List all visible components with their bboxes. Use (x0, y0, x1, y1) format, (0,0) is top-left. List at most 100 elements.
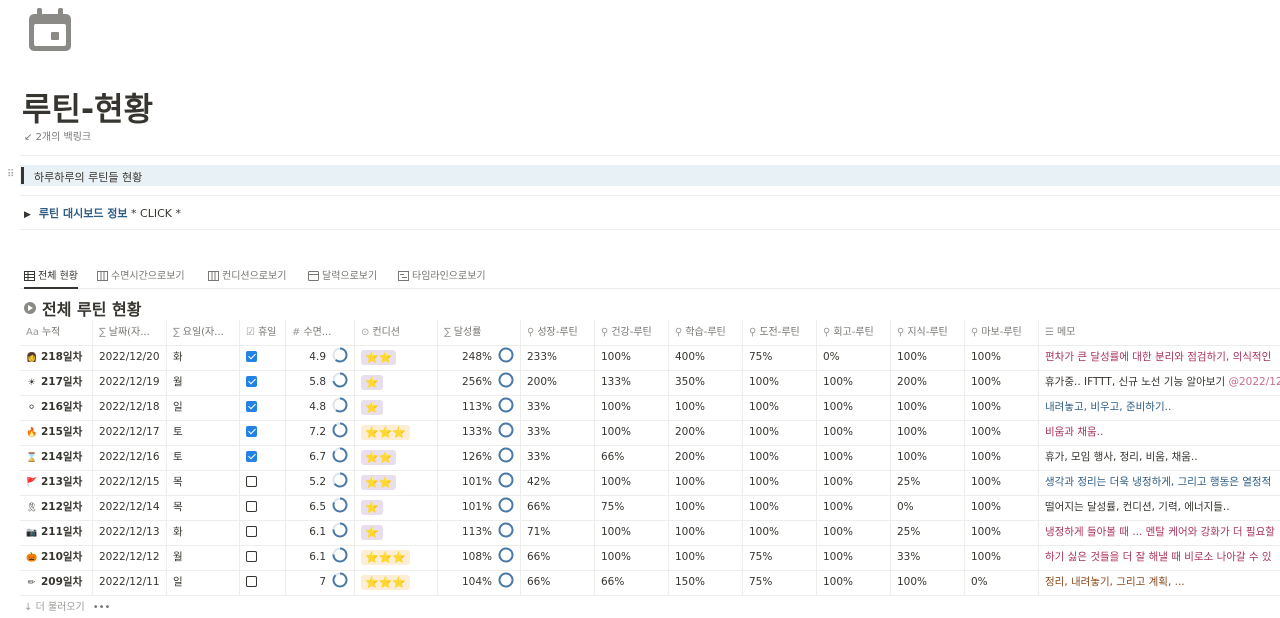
cell-condition[interactable]: ⭐ (355, 370, 438, 395)
cell-health-routine[interactable]: 75% (595, 495, 669, 520)
cell-mabo-routine[interactable]: 100% (965, 395, 1039, 420)
cell-challenge-routine[interactable]: 100% (743, 445, 817, 470)
cell-date[interactable]: 2022/12/15 (93, 470, 167, 495)
cell-holiday[interactable] (240, 370, 286, 395)
cell-review-routine[interactable]: 100% (817, 495, 891, 520)
column-header[interactable]: ⚲ 건강-루틴 (595, 320, 669, 345)
cell-sleep[interactable]: 4.8 (286, 395, 355, 420)
table-row[interactable]: 👩 218일차 2022/12/20 화 4.9 ⭐⭐ 248% 233% 100% 400% 75… (20, 345, 1280, 371)
cell-memo[interactable]: 정리, 내려놓기, 그리고 계획, ... (1039, 570, 1280, 595)
cell-date[interactable]: 2022/12/16 (93, 445, 167, 470)
cell-mabo-routine[interactable]: 100% (965, 345, 1039, 370)
holiday-checkbox[interactable] (246, 426, 257, 437)
column-header[interactable]: Aa 누적 (20, 320, 93, 345)
cell-memo[interactable]: 하기 싫은 것들을 더 잘 해낼 때 비로소 나아갈 수 있 (1039, 545, 1280, 570)
table-row[interactable]: 🎗 212일차 2022/12/14 목 6.5 ⭐ 101% 66% 75% 100% 100% 1… (20, 495, 1280, 521)
cell-mabo-routine[interactable]: 100% (965, 420, 1039, 445)
table-row[interactable]: 🔥 215일차 2022/12/17 토 7.2 ⭐⭐⭐ 133% 33% 100% 200% 10… (20, 420, 1280, 446)
cell-challenge-routine[interactable]: 100% (743, 395, 817, 420)
column-header[interactable]: # 수면... (286, 320, 355, 345)
cell-name[interactable]: 📷 211일차 (20, 520, 93, 545)
column-header[interactable]: ∑ 요일(자... (167, 320, 240, 345)
cell-knowledge-routine[interactable]: 25% (891, 520, 965, 545)
column-header[interactable]: ⊙ 컨디션 (355, 320, 438, 345)
cell-challenge-routine[interactable]: 100% (743, 420, 817, 445)
cell-mabo-routine[interactable]: 100% (965, 445, 1039, 470)
holiday-checkbox[interactable] (246, 551, 257, 562)
cell-holiday[interactable] (240, 445, 286, 470)
cell-challenge-routine[interactable]: 100% (743, 495, 817, 520)
cell-achievement[interactable]: 101% (438, 495, 521, 520)
cell-mabo-routine[interactable]: 0% (965, 570, 1039, 595)
cell-condition[interactable]: ⭐⭐⭐ (355, 420, 438, 445)
load-more-button[interactable]: ↓ 더 불러오기 ••• (24, 598, 110, 613)
cell-health-routine[interactable]: 100% (595, 420, 669, 445)
cell-health-routine[interactable]: 133% (595, 370, 669, 395)
cell-sleep[interactable]: 5.2 (286, 470, 355, 495)
toggle-link[interactable]: 루틴 대시보드 정보 (39, 207, 128, 220)
toggle-block[interactable]: ▶ 루틴 대시보드 정보 * CLICK * (24, 205, 181, 221)
tab-calendar[interactable]: 달력으로보기 (308, 267, 377, 282)
cell-challenge-routine[interactable]: 75% (743, 545, 817, 570)
cell-condition[interactable]: ⭐⭐⭐ (355, 545, 438, 570)
cell-health-routine[interactable]: 100% (595, 470, 669, 495)
cell-sleep[interactable]: 6.7 (286, 445, 355, 470)
cell-memo[interactable]: 휴가, 모임 행사, 정리, 비움, 채움.. (1039, 445, 1280, 470)
cell-growth-routine[interactable]: 66% (521, 545, 595, 570)
cell-name[interactable]: 🔥 215일차 (20, 420, 93, 445)
cell-health-routine[interactable]: 66% (595, 570, 669, 595)
cell-holiday[interactable] (240, 420, 286, 445)
cell-sleep[interactable]: 7 (286, 570, 355, 595)
cell-review-routine[interactable]: 0% (817, 345, 891, 370)
date-mention[interactable]: @2022/12/... (1228, 376, 1280, 388)
cell-study-routine[interactable]: 350% (669, 370, 743, 395)
cell-weekday[interactable]: 화 (167, 520, 240, 545)
cell-health-routine[interactable]: 66% (595, 445, 669, 470)
toggle-triangle-icon[interactable]: ▶ (24, 210, 31, 220)
cell-memo[interactable]: 휴가중.. IFTTT, 신규 노선 기능 알아보기 @2022/12/... (1039, 370, 1280, 395)
column-header[interactable]: ∑ 달성률 (438, 320, 521, 345)
cell-name[interactable]: 🚩 213일차 (20, 470, 93, 495)
cell-holiday[interactable] (240, 520, 286, 545)
cell-growth-routine[interactable]: 233% (521, 345, 595, 370)
column-header[interactable]: ⚲ 성장-루틴 (521, 320, 595, 345)
cell-growth-routine[interactable]: 33% (521, 445, 595, 470)
tab-timeline[interactable]: 타임라인으로보기 (398, 267, 486, 282)
column-header[interactable]: ☑ 휴일 (240, 320, 286, 345)
cell-challenge-routine[interactable]: 75% (743, 345, 817, 370)
cell-memo[interactable]: 비움과 채움.. (1039, 420, 1280, 445)
cell-challenge-routine[interactable]: 100% (743, 470, 817, 495)
cell-weekday[interactable]: 목 (167, 470, 240, 495)
cell-achievement[interactable]: 108% (438, 545, 521, 570)
cell-growth-routine[interactable]: 33% (521, 420, 595, 445)
holiday-checkbox[interactable] (246, 501, 257, 512)
cell-date[interactable]: 2022/12/20 (93, 345, 167, 370)
cell-date[interactable]: 2022/12/18 (93, 395, 167, 420)
cell-condition[interactable]: ⭐ (355, 395, 438, 420)
cell-date[interactable]: 2022/12/17 (93, 420, 167, 445)
cell-mabo-routine[interactable]: 100% (965, 520, 1039, 545)
cell-health-routine[interactable]: 100% (595, 520, 669, 545)
cell-knowledge-routine[interactable]: 100% (891, 345, 965, 370)
cell-growth-routine[interactable]: 33% (521, 395, 595, 420)
cell-date[interactable]: 2022/12/13 (93, 520, 167, 545)
column-header[interactable]: ⚲ 지식-루틴 (891, 320, 965, 345)
cell-mabo-routine[interactable]: 100% (965, 545, 1039, 570)
column-header[interactable]: ⚲ 도전-루틴 (743, 320, 817, 345)
table-row[interactable]: 🚩 213일차 2022/12/15 목 5.2 ⭐⭐ 101% 42% 100% 100% 100… (20, 470, 1280, 496)
cell-holiday[interactable] (240, 545, 286, 570)
cell-knowledge-routine[interactable]: 100% (891, 395, 965, 420)
cell-challenge-routine[interactable]: 100% (743, 520, 817, 545)
cell-review-routine[interactable]: 100% (817, 445, 891, 470)
cell-review-routine[interactable]: 100% (817, 420, 891, 445)
table-row[interactable]: ⚪ 216일차 2022/12/18 일 4.8 ⭐ 113% 33% 100% 100% 100%… (20, 395, 1280, 421)
cell-name[interactable]: 🎃 210일차 (20, 545, 93, 570)
cell-condition[interactable]: ⭐⭐ (355, 445, 438, 470)
page-calendar-icon[interactable] (26, 6, 74, 54)
cell-study-routine[interactable]: 400% (669, 345, 743, 370)
cell-condition[interactable]: ⭐⭐⭐ (355, 570, 438, 595)
cell-name[interactable]: ⌛ 214일차 (20, 445, 93, 470)
cell-memo[interactable]: 냉정하게 들아볼 때 ... 멘탈 케어와 강화가 더 필요할 (1039, 520, 1280, 545)
cell-mabo-routine[interactable]: 100% (965, 370, 1039, 395)
cell-condition[interactable]: ⭐ (355, 520, 438, 545)
